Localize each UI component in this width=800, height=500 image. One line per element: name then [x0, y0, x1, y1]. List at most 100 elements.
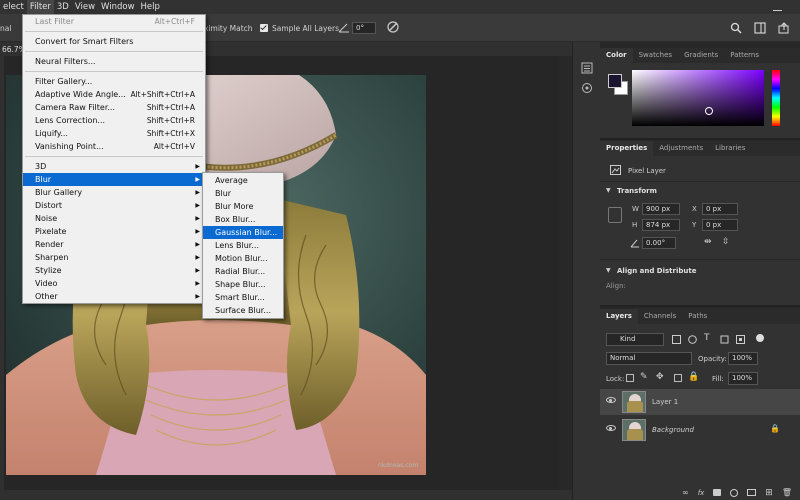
tab-libraries[interactable]: Libraries	[709, 141, 751, 156]
menu-item-pixelate[interactable]: Pixelate ▶	[23, 225, 205, 238]
menu-item-gaussian-blur[interactable]: Gaussian Blur...	[203, 226, 283, 239]
menu-item-adaptive-wide-angle[interactable]: Adaptive Wide Angle... Alt+Shift+Ctrl+A	[23, 88, 205, 101]
chevron-down-icon[interactable]: ▼	[606, 267, 611, 274]
menu-item-noise[interactable]: Noise ▶	[23, 212, 205, 225]
kind-filter-select[interactable]: Kind	[606, 333, 664, 346]
hue-slider[interactable]	[772, 70, 780, 126]
lock-transparent-icon[interactable]	[626, 374, 634, 382]
tab-channels[interactable]: Channels	[638, 309, 682, 324]
filter-smart-object-icon[interactable]	[736, 335, 745, 344]
lock-position-icon[interactable]: ✥	[656, 372, 664, 382]
layer-row-layer-1[interactable]: Layer 1	[600, 389, 800, 415]
menu-item-radial-blur[interactable]: Radial Blur...	[203, 265, 283, 278]
menu-item-surface-blur[interactable]: Surface Blur...	[203, 304, 283, 317]
foreground-color-swatch[interactable]	[608, 74, 622, 88]
link-icon[interactable]	[608, 207, 622, 223]
color-picker-cursor[interactable]	[705, 107, 713, 115]
tab-gradients[interactable]: Gradients	[678, 48, 724, 63]
menu-item-motion-blur[interactable]: Motion Blur...	[203, 252, 283, 265]
tab-paths[interactable]: Paths	[682, 309, 713, 324]
menu-item-video[interactable]: Video ▶	[23, 277, 205, 290]
menu-item-blur-more[interactable]: Blur More	[203, 200, 283, 213]
menu-item-blur[interactable]: Blur ▶	[23, 173, 205, 186]
sample-all-layers-checkbox[interactable]	[260, 24, 268, 32]
layer-row-background[interactable]: Background 🔒	[600, 417, 800, 443]
menu-item-distort[interactable]: Distort ▶	[23, 199, 205, 212]
new-adjustment-icon[interactable]	[730, 488, 739, 497]
menu-item-last-filter[interactable]: Last Filter Alt+Ctrl+F	[23, 15, 205, 28]
tab-swatches[interactable]: Swatches	[633, 48, 678, 63]
tab-properties[interactable]: Properties	[600, 141, 654, 156]
menu-item-convert-smart-filters[interactable]: Convert for Smart Filters	[23, 35, 205, 48]
menu-window[interactable]: Window	[98, 0, 138, 14]
new-layer-icon[interactable]: ⊞	[765, 488, 773, 498]
minimize-icon[interactable]	[773, 2, 782, 11]
submenu-arrow-icon: ▶	[195, 241, 200, 248]
y-input[interactable]: 0 px	[702, 219, 738, 231]
filter-adjustment-icon[interactable]	[688, 335, 697, 344]
menu-item-other[interactable]: Other ▶	[23, 290, 205, 303]
menu-view[interactable]: View	[72, 0, 98, 14]
tab-adjustments[interactable]: Adjustments	[653, 141, 709, 156]
opacity-input[interactable]: 100%	[728, 352, 758, 365]
menu-item-render[interactable]: Render ▶	[23, 238, 205, 251]
lock-all-icon[interactable]: 🔒	[688, 372, 699, 382]
pressure-pen-icon[interactable]	[386, 20, 400, 34]
menu-item-lens-blur[interactable]: Lens Blur...	[203, 239, 283, 252]
width-input[interactable]: 900 px	[642, 203, 680, 215]
fill-input[interactable]: 100%	[728, 372, 758, 385]
menu-item-smart-blur[interactable]: Smart Blur...	[203, 291, 283, 304]
color-field[interactable]	[632, 70, 764, 126]
tab-layers[interactable]: Layers	[600, 309, 638, 324]
lock-artboard-icon[interactable]	[674, 374, 682, 382]
filter-toggle[interactable]	[756, 334, 764, 342]
menu-item-average[interactable]: Average	[203, 174, 283, 187]
search-icon[interactable]	[730, 22, 742, 34]
flip-vertical-icon[interactable]: ⇳	[722, 237, 730, 247]
mode-label[interactable]: nal	[0, 24, 11, 33]
menu-select[interactable]: elect	[0, 0, 27, 14]
menu-item-blur-simple[interactable]: Blur	[203, 187, 283, 200]
menu-3d[interactable]: 3D	[54, 0, 72, 14]
menu-item-3d[interactable]: 3D ▶	[23, 160, 205, 173]
filter-type-icon[interactable]: T	[704, 333, 710, 343]
flip-horizontal-icon[interactable]: ⇹	[704, 237, 712, 247]
lock-image-icon[interactable]: ✎	[640, 372, 648, 382]
menu-item-filter-gallery[interactable]: Filter Gallery...	[23, 75, 205, 88]
angle-input[interactable]: 0°	[352, 22, 376, 34]
menu-filter[interactable]: Filter	[26, 0, 54, 14]
tab-color[interactable]: Color	[600, 48, 633, 63]
delete-layer-icon[interactable]: 🗑	[782, 488, 792, 497]
filter-shape-icon[interactable]	[720, 335, 729, 344]
workspace-icon[interactable]	[754, 22, 766, 34]
visibility-eye-icon[interactable]	[606, 425, 616, 431]
menu-item-lens-correction[interactable]: Lens Correction... Shift+Ctrl+R	[23, 114, 205, 127]
blend-mode-select[interactable]: Normal	[606, 352, 692, 365]
menu-help[interactable]: Help	[138, 0, 163, 14]
chevron-down-icon[interactable]: ▼	[606, 187, 611, 194]
menu-item-vanishing-point[interactable]: Vanishing Point... Alt+Ctrl+V	[23, 140, 205, 153]
menu-item-sharpen[interactable]: Sharpen ▶	[23, 251, 205, 264]
menu-item-shape-blur[interactable]: Shape Blur...	[203, 278, 283, 291]
menu-item-stylize[interactable]: Stylize ▶	[23, 264, 205, 277]
history-icon[interactable]	[581, 62, 593, 74]
link-layers-icon[interactable]: ∞	[682, 488, 689, 497]
align-label: Align:	[606, 282, 626, 290]
filter-pixel-icon[interactable]	[672, 335, 681, 344]
rotation-input[interactable]: 0.00°	[642, 237, 676, 249]
add-mask-icon[interactable]	[713, 489, 722, 496]
menu-item-blur-gallery[interactable]: Blur Gallery ▶	[23, 186, 205, 199]
menu-item-liquify[interactable]: Liquify... Shift+Ctrl+X	[23, 127, 205, 140]
tab-patterns[interactable]: Patterns	[724, 48, 765, 63]
brush-settings-icon[interactable]	[581, 82, 593, 94]
menu-item-neural-filters[interactable]: Neural Filters...	[23, 55, 205, 68]
visibility-eye-icon[interactable]	[606, 397, 616, 403]
layer-style-icon[interactable]: fx	[698, 489, 705, 497]
menu-item-camera-raw-filter[interactable]: Camera Raw Filter... Shift+Ctrl+A	[23, 101, 205, 114]
share-icon[interactable]	[778, 22, 790, 34]
proximity-match-option[interactable]: ximity Match	[204, 24, 253, 33]
menu-item-box-blur[interactable]: Box Blur...	[203, 213, 283, 226]
new-group-icon[interactable]	[747, 489, 757, 496]
height-input[interactable]: 874 px	[642, 219, 680, 231]
x-input[interactable]: 0 px	[702, 203, 738, 215]
